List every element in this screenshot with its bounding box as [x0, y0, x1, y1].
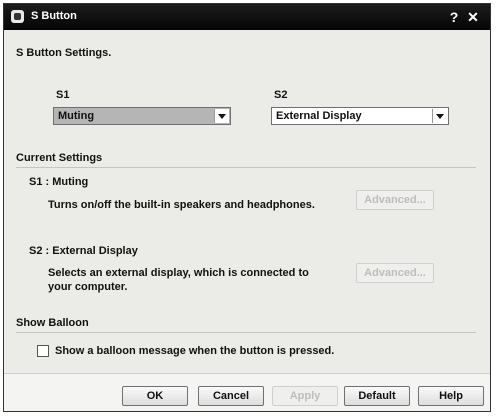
s2-label: S2 — [274, 89, 288, 101]
show-balloon-checkbox[interactable] — [37, 345, 49, 357]
s2-description-line2: your computer. — [48, 281, 128, 293]
s2-advanced-button[interactable]: Advanced... — [356, 263, 434, 283]
s2-dropdown-value: External Display — [276, 110, 362, 122]
title-bar: S Button ? ✕ — [4, 4, 490, 30]
current-settings-heading: Current Settings — [16, 152, 103, 164]
settings-heading: S Button Settings. — [16, 47, 112, 59]
chevron-down-icon[interactable] — [432, 109, 447, 123]
app-icon — [11, 10, 24, 23]
default-button[interactable]: Default — [344, 386, 410, 406]
button-bar: OK Cancel Apply Default Help — [4, 373, 490, 411]
s1-dropdown-value: Muting — [58, 110, 95, 122]
show-balloon-heading: Show Balloon — [16, 317, 89, 329]
s1-label: S1 — [56, 89, 70, 101]
s1-advanced-button[interactable]: Advanced... — [356, 190, 434, 210]
help-button[interactable]: Help — [418, 386, 484, 406]
s2-dropdown[interactable]: External Display — [271, 107, 449, 125]
s1-description: Turns on/off the built-in speakers and h… — [48, 199, 315, 211]
s1-current-title: S1 : Muting — [29, 176, 89, 188]
s2-description-line1: Selects an external display, which is co… — [48, 267, 309, 279]
chevron-down-icon[interactable] — [214, 109, 229, 123]
show-balloon-divider — [16, 332, 476, 333]
help-title-button[interactable]: ? — [446, 8, 462, 26]
ok-button[interactable]: OK — [122, 386, 188, 406]
show-balloon-label[interactable]: Show a balloon message when the button i… — [55, 345, 334, 357]
s1-dropdown[interactable]: Muting — [53, 107, 231, 125]
cancel-button[interactable]: Cancel — [198, 386, 264, 406]
s-button-dialog: S Button ? ✕ S Button Settings. S1 Mutin… — [3, 3, 491, 412]
window-title: S Button — [31, 10, 77, 22]
s2-current-title: S2 : External Display — [29, 245, 138, 257]
current-settings-divider — [16, 167, 476, 168]
close-button[interactable]: ✕ — [465, 8, 481, 26]
apply-button[interactable]: Apply — [272, 386, 338, 406]
